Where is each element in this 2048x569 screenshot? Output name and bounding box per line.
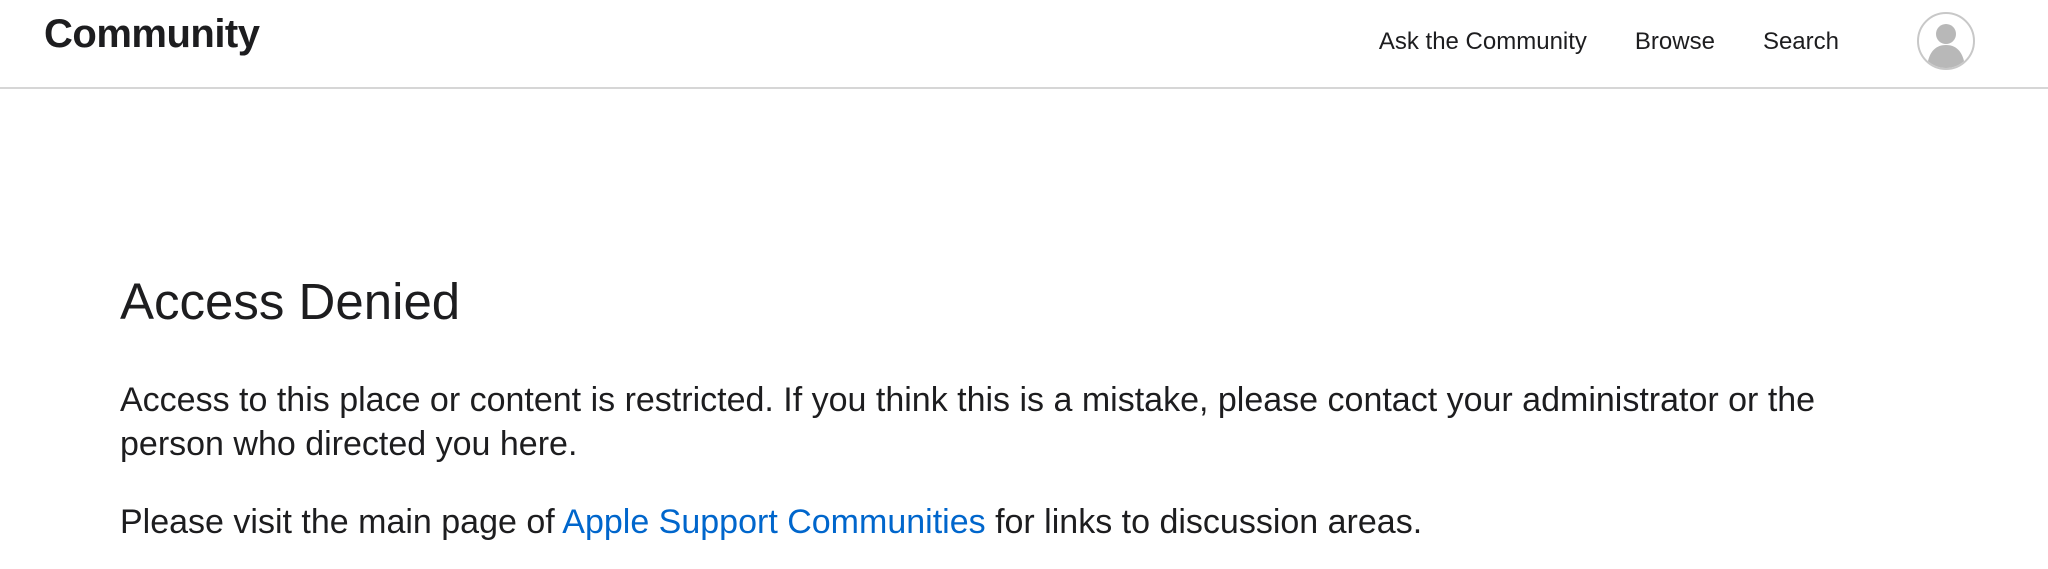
user-avatar-icon (1927, 24, 1965, 68)
community-home-link[interactable]: Community (44, 12, 260, 57)
nav-search[interactable]: Search (1763, 28, 1839, 56)
main-content: Access Denied Access to this place or co… (120, 270, 1920, 544)
page-title: Access Denied (120, 273, 461, 330)
access-message: Access to this place or content is restr… (120, 381, 1816, 463)
visit-message: Please visit the main page of Apple Supp… (120, 500, 1920, 544)
nav-browse[interactable]: Browse (1635, 28, 1715, 56)
nav-ask-the-community[interactable]: Ask the Community (1379, 28, 1587, 56)
apple-support-communities-link[interactable]: Apple Support Communities (562, 503, 985, 541)
main-nav: Ask the Community Browse Search (1379, 0, 2048, 86)
visit-prefix-text: Please visit the main page of (120, 503, 555, 541)
top-navigation-bar: Community Ask the Community Browse Searc… (0, 0, 2048, 89)
visit-suffix-text: for links to discussion areas. (995, 503, 1423, 541)
user-avatar-button[interactable] (1917, 12, 1975, 70)
